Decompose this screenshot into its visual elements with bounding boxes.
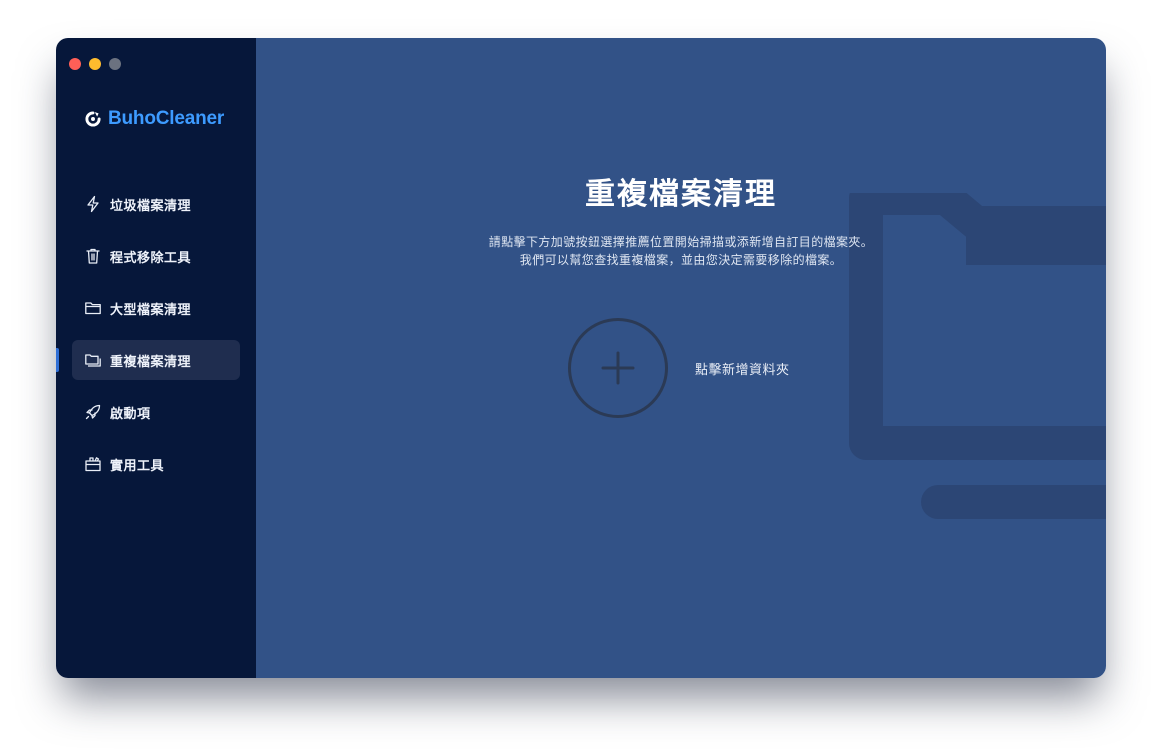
window-controls [69,58,121,70]
sidebar-item-startup-items[interactable]: 啟動項 [72,392,240,432]
sidebar-item-label: 實用工具 [110,458,165,474]
sidebar-item-label: 重複檔案清理 [110,354,192,370]
page-title: 重複檔案清理 [585,177,777,212]
plus-icon [601,351,635,385]
stage: BuhoCleaner 垃圾檔案清理 程式移除工具 大型檔案清理 重複檔案清理 … [0,0,1162,752]
sidebar-item-duplicate-files[interactable]: 重複檔案清理 [56,340,240,380]
sidebar: BuhoCleaner 垃圾檔案清理 程式移除工具 大型檔案清理 重複檔案清理 … [56,38,256,678]
sidebar-item-large-files[interactable]: 大型檔案清理 [72,288,240,328]
buho-logo-icon [85,111,101,127]
add-folder-label[interactable]: 點擊新增資料夾 [695,359,790,378]
app-window: BuhoCleaner 垃圾檔案清理 程式移除工具 大型檔案清理 重複檔案清理 … [56,38,1106,678]
sidebar-item-label: 大型檔案清理 [110,302,192,318]
app-logo: BuhoCleaner [84,108,224,130]
duplicate-folder-icon [84,351,102,369]
description-line-2: 我們可以幫您查找重複檔案，並由您決定需要移除的檔案。 [519,253,843,267]
sidebar-nav: 垃圾檔案清理 程式移除工具 大型檔案清理 重複檔案清理 啟動項 實用工具 [56,184,240,496]
main-panel: 重複檔案清理 請點擊下方加號按鈕選擇推薦位置開始掃描或添新增自訂目的檔案夾。 我… [256,38,1106,678]
close-window-button[interactable] [69,58,81,70]
sidebar-item-label: 程式移除工具 [110,250,192,266]
app-name: BuhoCleaner [108,108,225,129]
folder-icon [84,299,102,317]
sidebar-item-junk-cleanup[interactable]: 垃圾檔案清理 [72,184,240,224]
zoom-window-button[interactable] [109,58,121,70]
sidebar-item-toolkit[interactable]: 實用工具 [72,444,240,484]
sidebar-item-label: 啟動項 [110,406,151,422]
add-folder-area: 點擊新增資料夾 [568,318,790,418]
sidebar-item-label: 垃圾檔案清理 [110,198,192,214]
toolbox-icon [84,455,102,473]
minimize-window-button[interactable] [89,58,101,70]
rocket-icon [84,403,102,421]
sidebar-item-uninstaller[interactable]: 程式移除工具 [72,236,240,276]
add-folder-button[interactable] [568,318,668,418]
description-line-1: 請點擊下方加號按鈕選擇推薦位置開始掃描或添新增自訂目的檔案夾。 [488,235,874,249]
lightning-icon [84,195,102,213]
page-description: 請點擊下方加號按鈕選擇推薦位置開始掃描或添新增自訂目的檔案夾。 我們可以幫您查找… [256,233,1106,269]
trash-icon [84,247,102,265]
